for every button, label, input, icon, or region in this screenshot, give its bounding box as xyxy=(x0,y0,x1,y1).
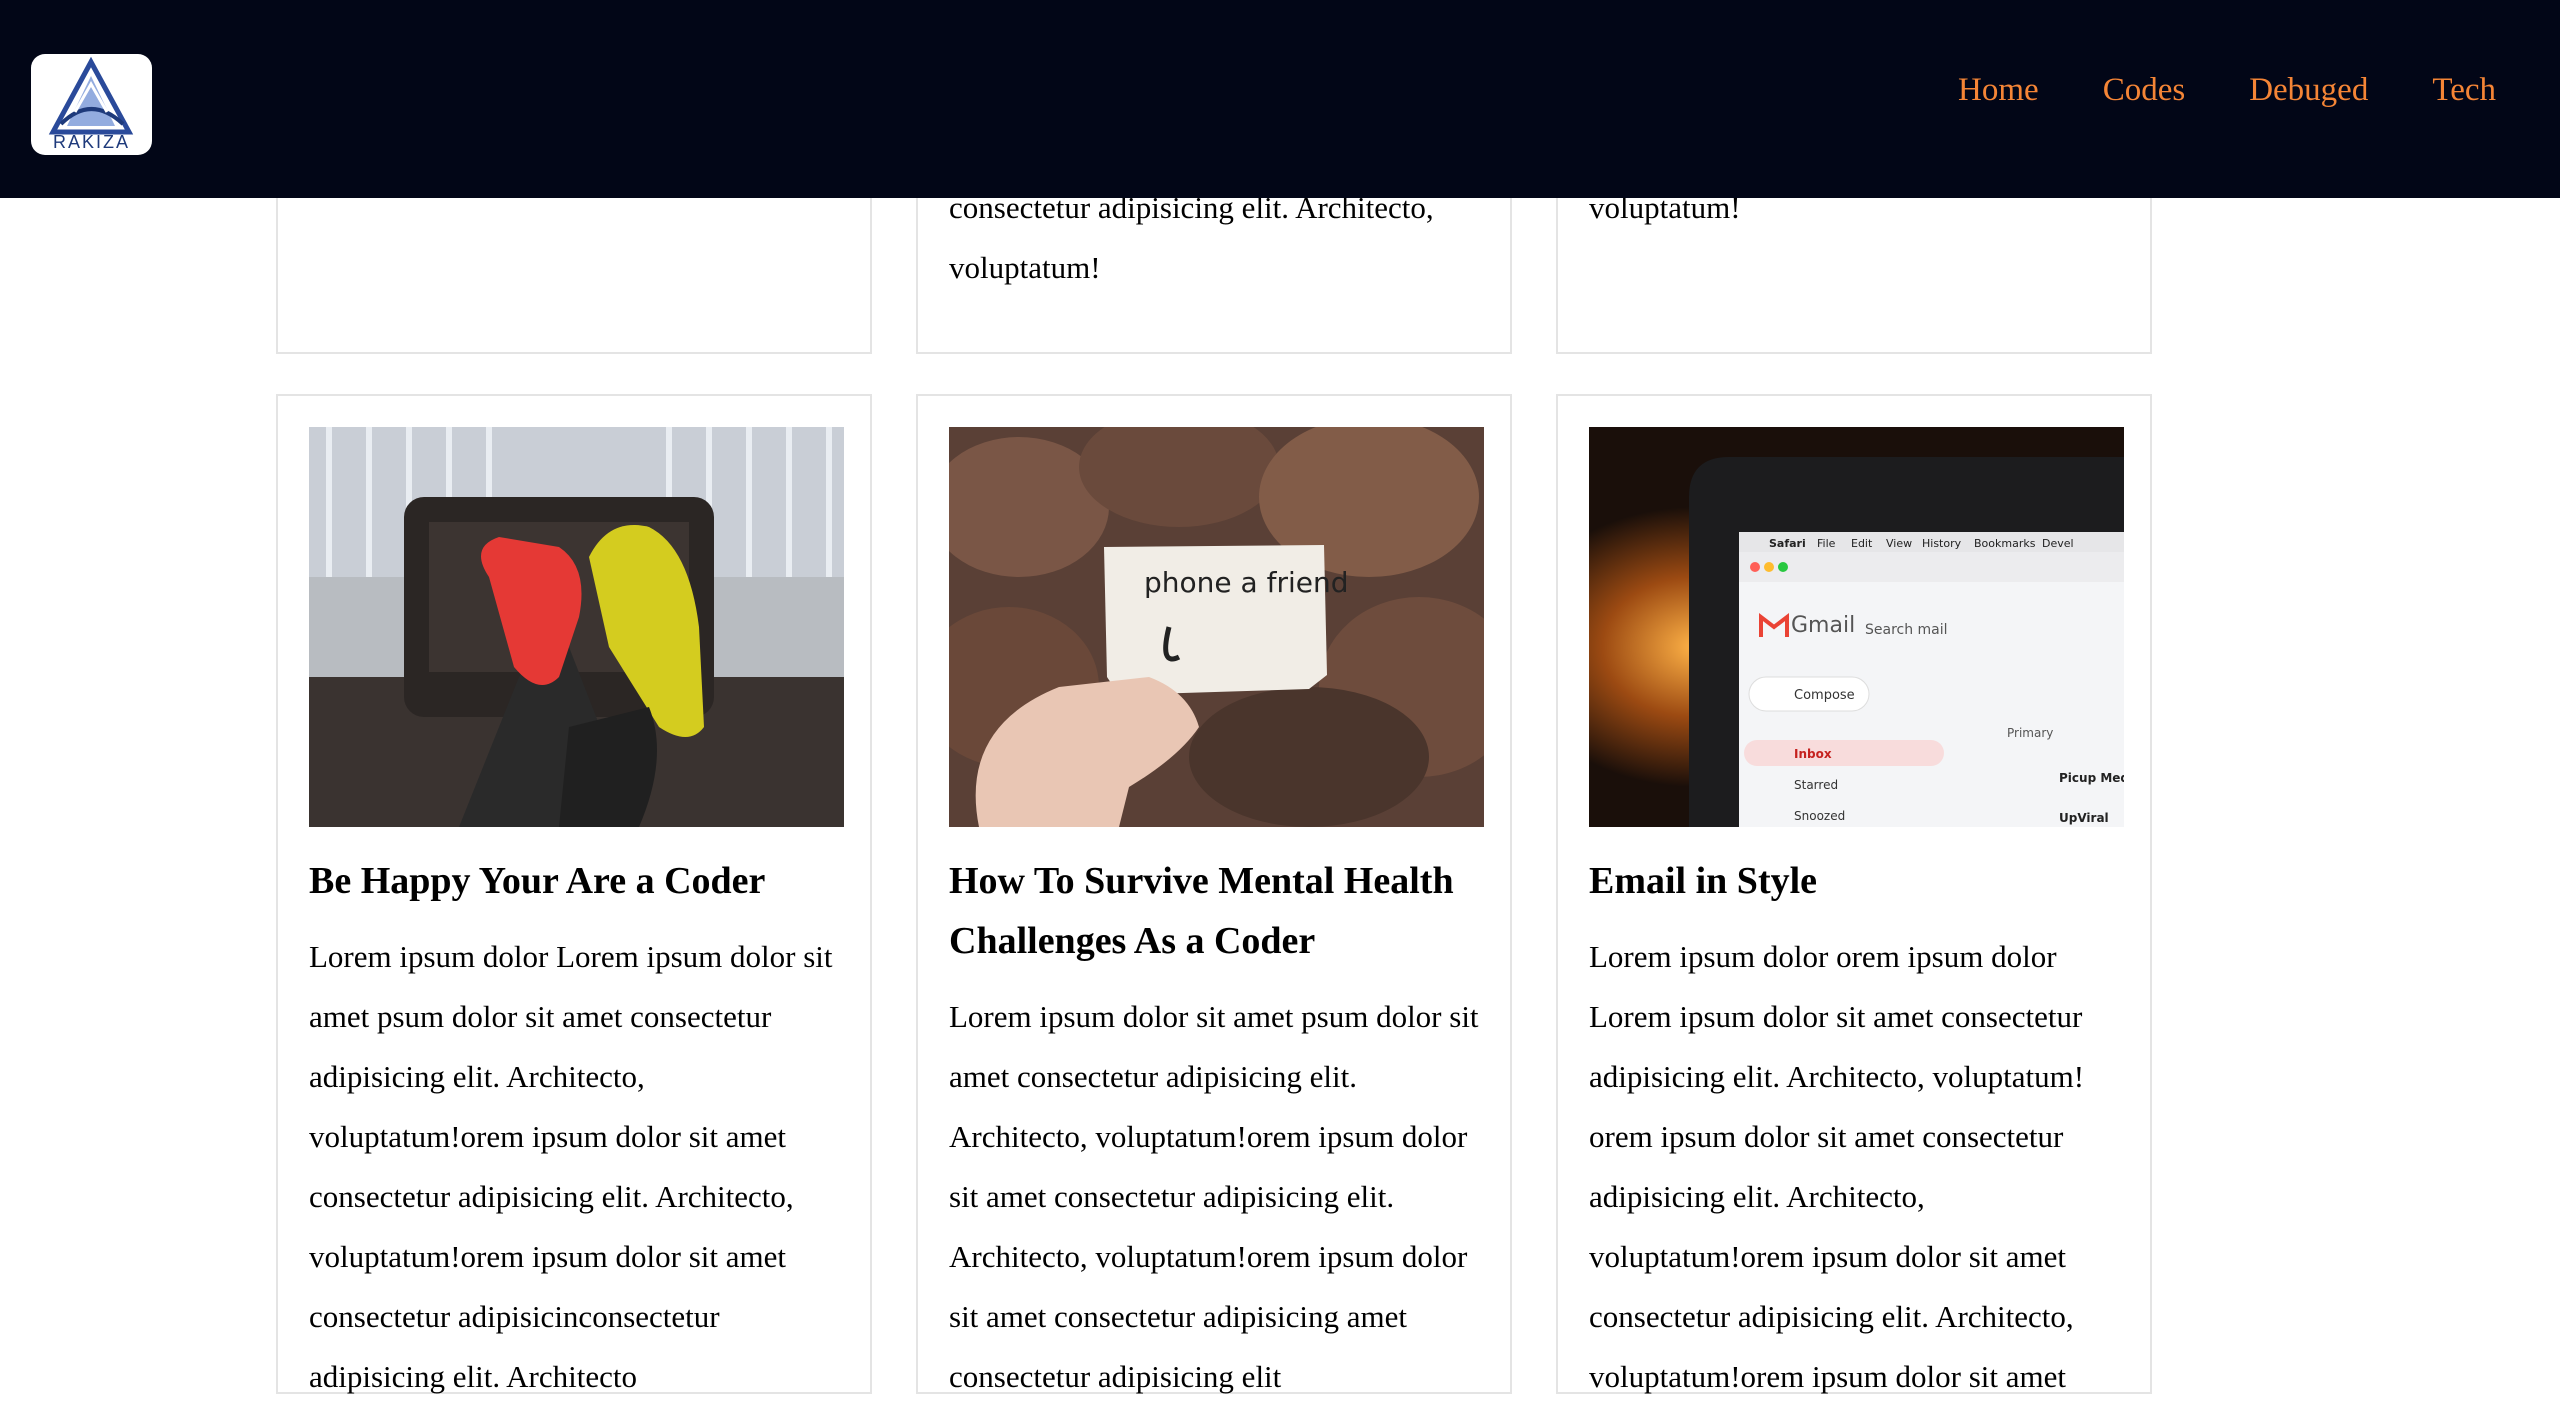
sender-text: Picup Medi xyxy=(2059,771,2124,785)
site-logo[interactable]: RAKIZA xyxy=(31,54,152,155)
screen-menu-item: Bookmarks xyxy=(1974,537,2036,550)
sneakers-on-chair-photo xyxy=(309,427,844,827)
nav-debuged-link[interactable]: Debuged xyxy=(2249,72,2368,109)
gmail-logo-text: Gmail xyxy=(1791,613,1855,638)
sender-text: UpViral xyxy=(2059,811,2109,825)
screen-menu-item: Safari xyxy=(1769,537,1806,550)
post-card[interactable]: Be Happy Your Are a Coder Lorem ipsum do… xyxy=(276,394,872,1394)
search-mail-text: Search mail xyxy=(1865,622,1948,638)
inbox-text: Inbox xyxy=(1794,747,1832,761)
logo-text: RAKIZA xyxy=(52,132,130,152)
screen-menu-item: View xyxy=(1886,537,1912,550)
post-title[interactable]: Be Happy Your Are a Coder xyxy=(309,851,844,911)
starred-text: Starred xyxy=(1794,778,1838,792)
snoozed-text: Snoozed xyxy=(1794,809,1845,823)
laptop-gmail-photo: Safari File Edit View History Bookmarks … xyxy=(1589,427,2124,827)
screen-menu-item: History xyxy=(1922,537,1962,550)
post-title[interactable]: Email in Style xyxy=(1589,851,2124,911)
main-nav: Home Codes Debuged Tech xyxy=(1958,72,2496,109)
site-header: RAKIZA Home Codes Debuged Tech xyxy=(0,0,2560,198)
screen-menu-item: Devel xyxy=(2042,537,2074,550)
nav-codes-link[interactable]: Codes xyxy=(2103,72,2186,109)
post-card[interactable]: phone a friend How To Survive Mental Hea… xyxy=(916,394,1512,1394)
nav-tech-link[interactable]: Tech xyxy=(2432,72,2496,109)
screen-menu-item: Edit xyxy=(1851,537,1873,550)
note-text: phone a friend xyxy=(1144,566,1348,599)
compose-text: Compose xyxy=(1794,688,1855,703)
primary-text: Primary xyxy=(2007,726,2053,740)
phone-a-friend-note-photo: phone a friend xyxy=(949,427,1484,827)
post-excerpt: Lorem ipsum dolor sit amet psum dolor si… xyxy=(949,999,1479,1394)
post-card[interactable]: Safari File Edit View History Bookmarks … xyxy=(1556,394,2152,1394)
nav-home-link[interactable]: Home xyxy=(1958,72,2039,109)
screen-menu-item: File xyxy=(1817,537,1836,550)
post-title[interactable]: How To Survive Mental Health Challenges … xyxy=(949,851,1484,971)
post-excerpt: Lorem ipsum dolor orem ipsum dolor Lorem… xyxy=(1589,939,2085,1394)
post-excerpt: Lorem ipsum dolor Lorem ipsum dolor sit … xyxy=(309,939,833,1394)
